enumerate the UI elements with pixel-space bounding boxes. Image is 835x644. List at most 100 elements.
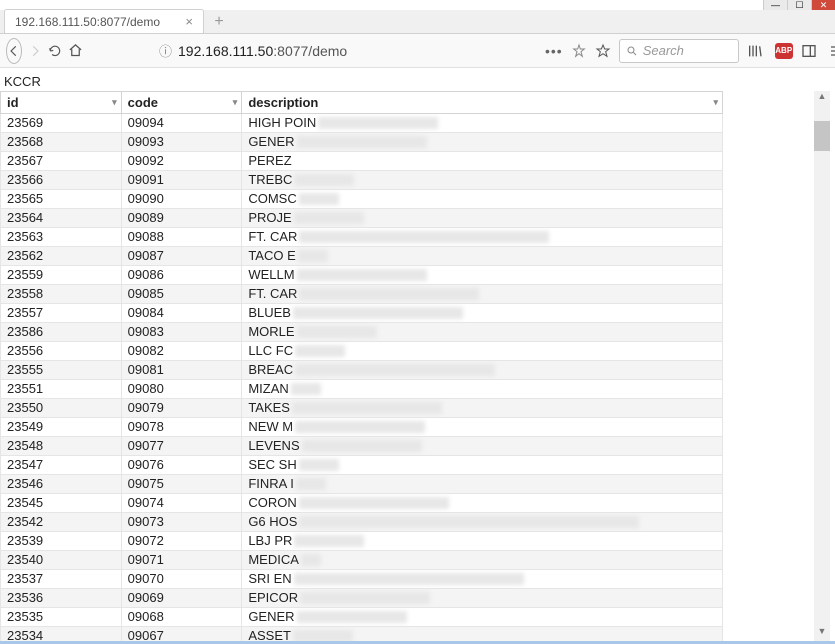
redacted-text (298, 250, 328, 262)
search-box[interactable]: Search (619, 39, 739, 63)
cell-description: PROJE (242, 209, 723, 228)
toolbar-right: ••• Search ABP (545, 39, 835, 63)
cell-code: 09076 (121, 456, 242, 475)
cell-description: SEC SH (242, 456, 723, 475)
column-header-code[interactable]: code ▾ (121, 92, 242, 114)
cell-id: 23535 (1, 608, 122, 627)
cell-id: 23542 (1, 513, 122, 532)
cell-id: 23549 (1, 418, 122, 437)
cell-id: 23567 (1, 152, 122, 171)
table-row[interactable]: 2356209087TACO E (1, 247, 723, 266)
cell-description: FT. CAR (242, 228, 723, 247)
table-row[interactable]: 2355709084BLUEB (1, 304, 723, 323)
redacted-text (299, 288, 479, 300)
cell-code: 09069 (121, 589, 242, 608)
table-row[interactable]: 2354609075FINRA I (1, 475, 723, 494)
sort-icon[interactable]: ▾ (112, 97, 117, 108)
table-row[interactable]: 2354509074CORON (1, 494, 723, 513)
redacted-text (294, 573, 524, 585)
sidebar-icon[interactable] (801, 43, 821, 59)
column-header-id[interactable]: id ▾ (1, 92, 122, 114)
cell-description: BLUEB (242, 304, 723, 323)
table-row[interactable]: 2356509090COMSC (1, 190, 723, 209)
table-row[interactable]: 2354909078NEW M (1, 418, 723, 437)
cell-id: 23563 (1, 228, 122, 247)
home-icon (68, 43, 83, 58)
reload-button[interactable] (48, 38, 62, 64)
bookmark-star-icon[interactable] (595, 43, 611, 59)
cell-code: 09082 (121, 342, 242, 361)
hamburger-icon (829, 43, 835, 59)
table-row[interactable]: 2353909072LBJ PR (1, 532, 723, 551)
redacted-text (299, 193, 339, 205)
cell-description: LBJ PR (242, 532, 723, 551)
scroll-thumb[interactable] (814, 121, 830, 151)
cell-id: 23539 (1, 532, 122, 551)
table-row[interactable]: 2355509081BREAC (1, 361, 723, 380)
table-row[interactable]: 2356809093GENER (1, 133, 723, 152)
home-button[interactable] (68, 38, 83, 64)
info-icon[interactable]: ⓘ (159, 41, 172, 60)
scroll-up-icon[interactable]: ▲ (814, 91, 830, 107)
close-window-button[interactable]: ✕ (811, 0, 835, 10)
cell-code: 09083 (121, 323, 242, 342)
scroll-down-icon[interactable]: ▼ (814, 626, 830, 641)
cell-description: WELLM (242, 266, 723, 285)
table-row[interactable]: 2353509068GENER (1, 608, 723, 627)
redacted-text (318, 117, 438, 129)
library-icon[interactable] (747, 43, 767, 59)
table-row[interactable]: 2356609091TREBC (1, 171, 723, 190)
table-row[interactable]: 2353609069EPICOR (1, 589, 723, 608)
cell-description: GENER (242, 608, 723, 627)
table-row[interactable]: 2354009071MEDICA (1, 551, 723, 570)
redacted-text (294, 535, 364, 547)
page-actions-icon[interactable]: ••• (545, 43, 563, 59)
new-tab-button[interactable]: + (208, 13, 230, 33)
table-row[interactable]: 2358609083MORLE (1, 323, 723, 342)
redacted-text (297, 326, 377, 338)
table-row[interactable]: 2355609082LLC FC (1, 342, 723, 361)
cell-description: HIGH POIN (242, 114, 723, 133)
table-row[interactable]: 2354709076SEC SH (1, 456, 723, 475)
forward-button[interactable] (28, 38, 42, 64)
reader-icon[interactable] (571, 43, 587, 59)
sort-icon[interactable]: ▾ (233, 97, 238, 108)
table-row[interactable]: 2353709070SRI EN (1, 570, 723, 589)
adblock-icon[interactable]: ABP (775, 43, 793, 59)
table-row[interactable]: 2355009079TAKES (1, 399, 723, 418)
table-row[interactable]: 2355809085FT. CAR (1, 285, 723, 304)
table-row[interactable]: 2354209073G6 HOS (1, 513, 723, 532)
menu-button[interactable] (829, 43, 835, 59)
close-tab-icon[interactable]: × (185, 14, 193, 29)
table-row[interactable]: 2354809077LEVENS (1, 437, 723, 456)
redacted-text (299, 497, 449, 509)
cell-code: 09087 (121, 247, 242, 266)
minimize-button[interactable]: — (763, 0, 787, 10)
cell-id: 23557 (1, 304, 122, 323)
cell-description: FT. CAR (242, 285, 723, 304)
cell-code: 09068 (121, 608, 242, 627)
vertical-scrollbar[interactable]: ▲ ▼ (814, 91, 830, 641)
cell-id: 23586 (1, 323, 122, 342)
cell-id: 23550 (1, 399, 122, 418)
cell-description: MIZAN (242, 380, 723, 399)
cell-id: 23565 (1, 190, 122, 209)
sort-icon[interactable]: ▾ (713, 97, 718, 108)
back-button[interactable] (6, 38, 22, 64)
table-row[interactable]: 2356309088FT. CAR (1, 228, 723, 247)
redacted-text (292, 402, 442, 414)
table-row[interactable]: 2355109080MIZAN (1, 380, 723, 399)
search-icon (626, 45, 638, 57)
table-row[interactable]: 2353409067ASSET (1, 627, 723, 642)
column-header-description[interactable]: description ▾ (242, 92, 723, 114)
browser-tab[interactable]: 192.168.111.50:8077/demo × (4, 9, 204, 33)
table-row[interactable]: 2356409089PROJE (1, 209, 723, 228)
address-bar[interactable]: ⓘ 192.168.111.50:8077/demo (159, 41, 539, 60)
table-row[interactable]: 2356909094HIGH POIN (1, 114, 723, 133)
table-row[interactable]: 2355909086WELLM (1, 266, 723, 285)
redacted-text (297, 136, 427, 148)
cell-id: 23546 (1, 475, 122, 494)
cell-description: CORON (242, 494, 723, 513)
maximize-button[interactable]: ☐ (787, 0, 811, 10)
table-row[interactable]: 2356709092PEREZ (1, 152, 723, 171)
